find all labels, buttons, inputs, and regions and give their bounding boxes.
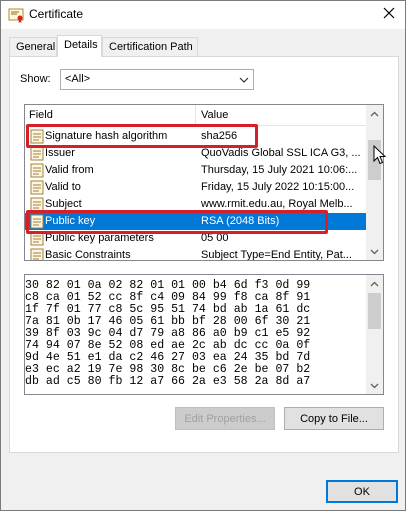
tab-certification-path[interactable]: Certification Path <box>102 37 198 56</box>
field-value: 05 00 <box>201 232 229 244</box>
field-name: Subject <box>45 198 82 210</box>
field-doc-icon <box>30 129 44 144</box>
field-doc-icon <box>30 197 44 212</box>
value-hex-display[interactable]: 30 82 01 0a 02 82 01 01 00 b4 6d f3 0d 9… <box>24 274 384 395</box>
field-value: sha256 <box>201 130 238 142</box>
field-doc-icon <box>30 214 44 229</box>
show-label: Show: <box>20 73 51 85</box>
close-button[interactable] <box>377 3 401 25</box>
list-item-selected[interactable]: Public key RSA (2048 Bits) <box>25 213 367 230</box>
column-divider[interactable] <box>195 105 196 125</box>
list-item[interactable]: Public key parameters 05 00 <box>25 230 367 247</box>
field-name: Issuer <box>45 147 75 159</box>
chevron-down-icon <box>239 75 249 83</box>
scroll-up-icon[interactable] <box>366 275 383 292</box>
window-title: Certificate <box>29 7 84 21</box>
field-value: Friday, 15 July 2022 10:15:00... <box>201 181 355 193</box>
scroll-thumb[interactable] <box>368 293 381 329</box>
list-item[interactable]: Valid from Thursday, 15 July 2021 10:06:… <box>25 162 367 179</box>
list-item[interactable]: Basic Constraints Subject Type=End Entit… <box>25 247 367 261</box>
certificate-dialog: Certificate General Details Certificatio… <box>0 0 406 511</box>
list-item[interactable]: Subject www.rmit.edu.au, Royal Melb... <box>25 196 367 213</box>
field-doc-icon <box>30 163 44 178</box>
field-value: QuoVadis Global SSL ICA G3, ... <box>201 147 361 159</box>
show-dropdown-value: <All> <box>65 73 91 85</box>
close-icon <box>383 7 395 22</box>
scroll-down-icon[interactable] <box>366 243 383 260</box>
field-doc-icon <box>30 146 44 161</box>
list-item[interactable]: Valid to Friday, 15 July 2022 10:15:00..… <box>25 179 367 196</box>
show-dropdown[interactable]: <All> <box>60 69 254 90</box>
field-value: Subject Type=End Entity, Pat... <box>201 249 352 261</box>
column-header-value[interactable]: Value <box>201 109 228 121</box>
copy-to-file-button[interactable]: Copy to File... <box>284 407 384 430</box>
field-name: Public key <box>45 215 96 227</box>
mouse-cursor-icon <box>373 144 387 168</box>
field-name: Signature hash algorithm <box>45 130 168 142</box>
title-bar: Certificate <box>1 1 405 29</box>
hex-line: db ad c5 80 fb 12 a7 66 2a e3 58 2a 8d a… <box>25 375 311 388</box>
tab-details[interactable]: Details <box>57 35 102 57</box>
field-doc-icon <box>30 180 44 195</box>
field-value: RSA (2048 Bits) <box>201 215 280 227</box>
column-header-field[interactable]: Field <box>29 109 53 121</box>
hex-scrollbar[interactable] <box>366 275 383 394</box>
field-doc-icon <box>30 231 44 246</box>
list-header: Field Value <box>25 105 367 126</box>
scroll-down-icon[interactable] <box>366 377 383 394</box>
field-list-scrollbar[interactable] <box>366 105 383 260</box>
field-name: Valid to <box>45 181 81 193</box>
field-list[interactable]: Field Value Signature hash algorithm sha… <box>24 104 384 261</box>
field-name: Valid from <box>45 164 94 176</box>
ok-button[interactable]: OK <box>326 480 398 503</box>
field-name: Public key parameters <box>45 232 154 244</box>
certificate-icon <box>8 7 24 23</box>
list-item[interactable]: Issuer QuoVadis Global SSL ICA G3, ... <box>25 145 367 162</box>
field-value: Thursday, 15 July 2021 10:06:... <box>201 164 358 176</box>
edit-properties-button[interactable]: Edit Properties... <box>175 407 275 430</box>
scroll-up-icon[interactable] <box>366 105 383 122</box>
tab-general[interactable]: General <box>9 37 57 56</box>
field-name: Basic Constraints <box>45 249 131 261</box>
tab-strip: General Details Certification Path <box>9 35 399 57</box>
field-doc-icon <box>30 248 44 260</box>
list-item[interactable]: Signature hash algorithm sha256 <box>25 128 367 145</box>
field-value: www.rmit.edu.au, Royal Melb... <box>201 198 353 210</box>
